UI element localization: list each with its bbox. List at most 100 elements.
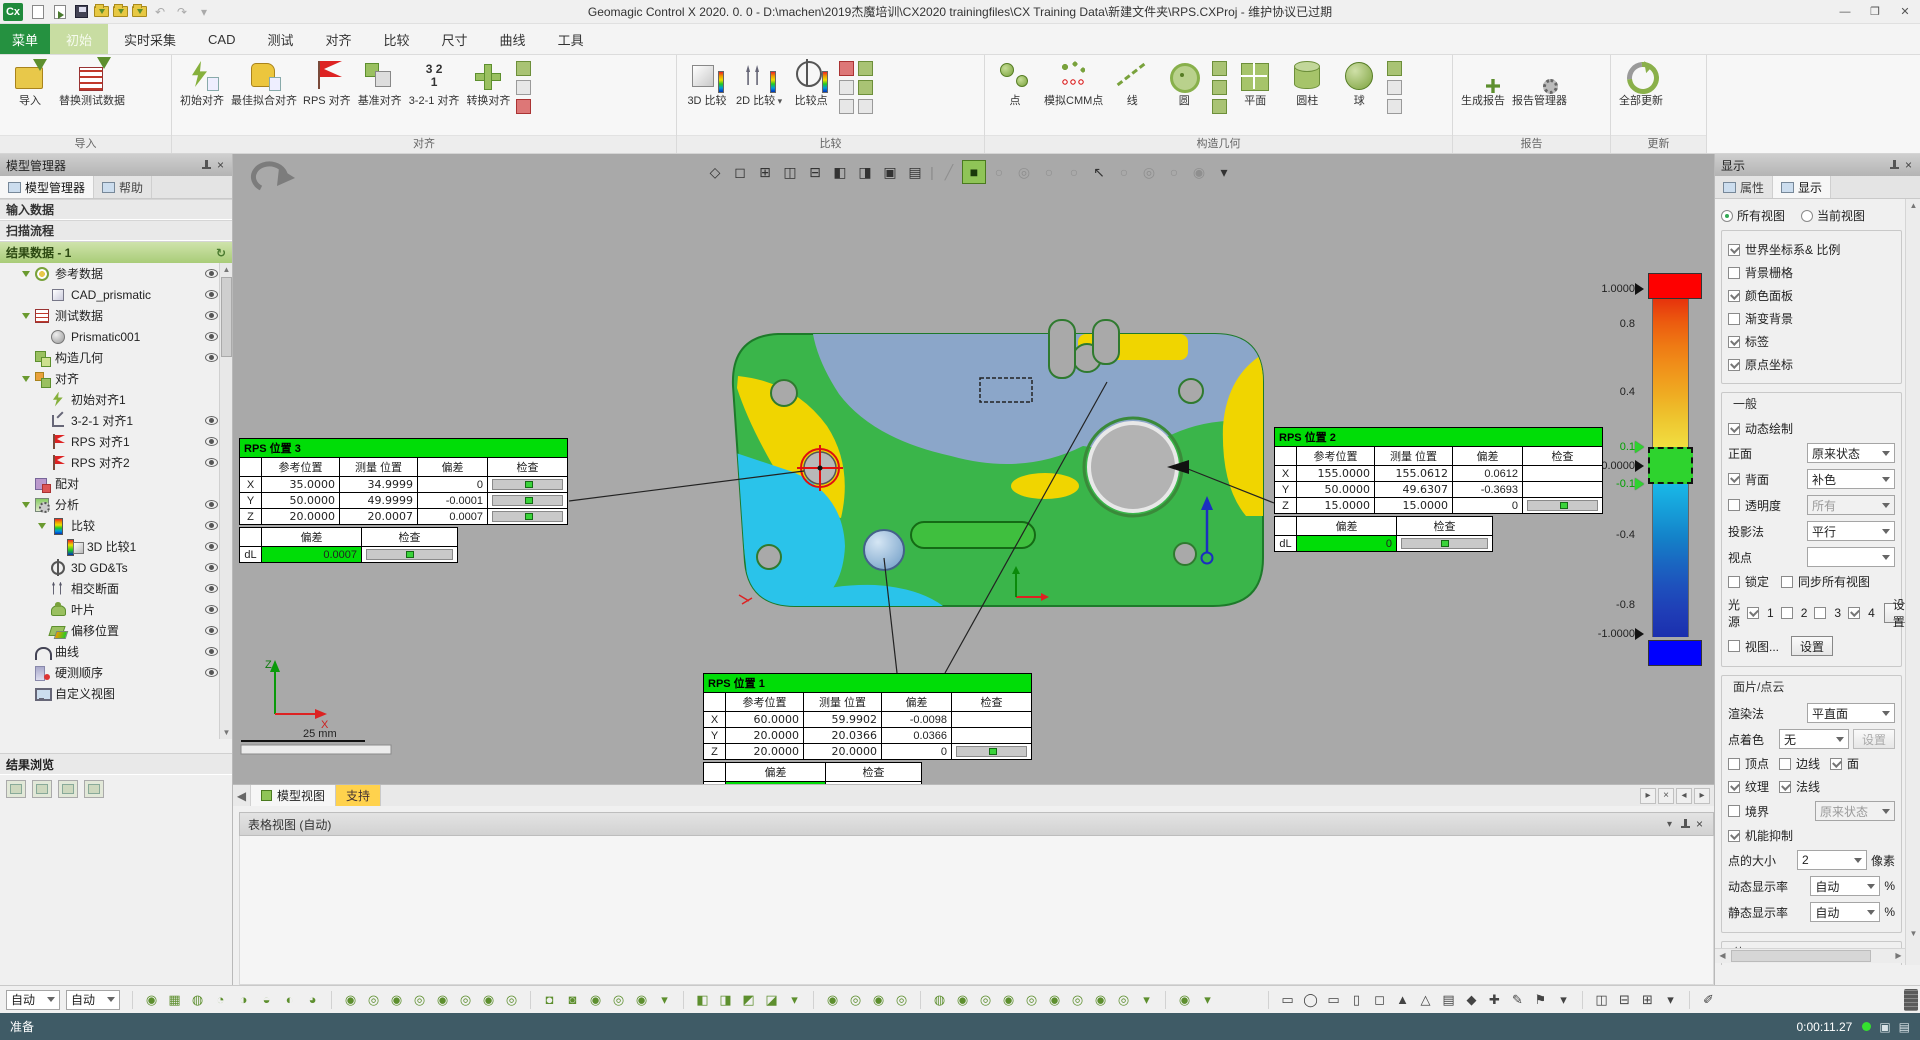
visibility-eye-icon[interactable] (205, 416, 218, 425)
probe-more-icon[interactable]: ▾ (1136, 989, 1157, 1010)
3D 比较-button[interactable]: 3D 比较 (684, 59, 730, 108)
tab-CAD[interactable]: CAD (192, 24, 251, 54)
display-opt-5-icon[interactable]: ◉ (631, 989, 652, 1010)
tree-item-相交断面[interactable]: 相交断面 (0, 578, 232, 599)
平面-button[interactable]: 平面 (1232, 59, 1278, 108)
rectangle-selection-icon[interactable]: ■ (962, 160, 986, 184)
view-bottom-icon[interactable]: ◒ (256, 989, 277, 1010)
shape-circle-icon[interactable]: ◯ (1300, 989, 1321, 1010)
colorbar-arrow[interactable] (1635, 441, 1650, 453)
auto-combo-1[interactable]: 自动 (6, 990, 60, 1010)
view-settings-button[interactable]: 设置 (1791, 636, 1833, 656)
shape-diamond-icon[interactable]: ◆ (1461, 989, 1482, 1010)
close-icon[interactable]: × (1696, 817, 1703, 831)
toolbar-more-icon[interactable]: ▾ (1212, 160, 1236, 184)
visibility-eye-icon[interactable] (205, 605, 218, 614)
silhouette-compare-icon[interactable] (839, 99, 854, 114)
clip-more-icon[interactable]: ▾ (784, 989, 805, 1010)
shape-square-icon[interactable]: ◻ (1369, 989, 1390, 1010)
top-slot-2[interactable] (1093, 320, 1119, 364)
导入-button[interactable]: 导入 (7, 59, 53, 108)
slot-shape-icon[interactable] (1212, 61, 1227, 76)
measure-3-icon[interactable]: ⊞ (1637, 989, 1658, 1010)
tree-item-3D 比较1[interactable]: 3D 比较1 (0, 536, 232, 557)
circle-mode-4-icon[interactable]: ○ (1062, 160, 1086, 184)
annotate-icon[interactable]: ✐ (1698, 989, 1719, 1010)
save-icon[interactable] (75, 5, 88, 18)
visibility-eye-icon[interactable] (205, 521, 218, 530)
标签-checkbox[interactable] (1728, 336, 1740, 348)
pin-align-icon[interactable] (516, 80, 531, 95)
clip-1-icon[interactable]: ◧ (692, 989, 713, 1010)
preview-pane-icon[interactable] (32, 780, 52, 798)
初始对齐-button[interactable]: 初始对齐 (179, 59, 225, 108)
clip-4-icon[interactable]: ◪ (761, 989, 782, 1010)
light-2-checkbox[interactable] (1781, 607, 1793, 619)
点-button[interactable]: 点 (992, 59, 1038, 108)
visibility-eye-icon[interactable] (205, 332, 218, 341)
redo-icon[interactable]: ↷ (173, 4, 191, 20)
sync-views-icon[interactable]: ▤ (903, 160, 927, 184)
measure-4-icon[interactable]: ▾ (1660, 989, 1681, 1010)
原点坐标-checkbox[interactable] (1728, 359, 1740, 371)
vertex-checkbox[interactable] (1728, 758, 1740, 770)
visibility-eye-icon[interactable] (205, 647, 218, 656)
tab-曲线[interactable]: 曲线 (484, 24, 542, 54)
tree-item-比较[interactable]: 比较 (0, 515, 232, 536)
shape-grid-icon[interactable]: ▤ (1438, 989, 1459, 1010)
front-select[interactable]: 原来状态 (1807, 443, 1895, 463)
visibility-eye-icon[interactable] (205, 584, 218, 593)
tree-item-分析[interactable]: 分析 (0, 494, 232, 515)
expander-icon[interactable] (38, 523, 46, 529)
misc-2-icon[interactable]: ▾ (1197, 989, 1218, 1010)
horizontal-scrollbar[interactable]: ◀ ▶ (1715, 948, 1906, 963)
expander-icon[interactable] (22, 271, 30, 277)
shape-tri-icon[interactable]: △ (1415, 989, 1436, 1010)
projection-select[interactable]: 平行 (1807, 521, 1895, 541)
全部更新-button[interactable]: 全部更新 (1618, 59, 1664, 108)
tab-scroll-left[interactable]: ◀ (233, 785, 251, 806)
shape-tri-filled-icon[interactable]: ▲ (1392, 989, 1413, 1010)
tab-close[interactable]: × (1658, 788, 1674, 804)
static-rate-select[interactable]: 自动 (1810, 902, 1880, 922)
polygon-shape-icon[interactable] (1212, 99, 1227, 114)
collapse-icon[interactable]: ▾ (1667, 819, 1672, 830)
axis-align-icon[interactable] (516, 61, 531, 76)
tree-item-对齐[interactable]: 对齐 (0, 368, 232, 389)
display-opt-6-icon[interactable]: ▾ (654, 989, 675, 1010)
sphere-feature[interactable] (864, 530, 904, 570)
view-front-icon[interactable]: ◉ (141, 989, 162, 1010)
box-compare-icon[interactable] (839, 80, 854, 95)
tree-item-CAD_prismatic[interactable]: CAD_prismatic (0, 284, 232, 305)
panel-tab-模型管理器[interactable]: 模型管理器 (0, 176, 94, 198)
quick-access-more-icon[interactable]: ▾ (195, 4, 213, 20)
panel-tab-显示[interactable]: 显示 (1773, 176, 1831, 198)
替换测试数据-button[interactable]: 替换测试数据 (59, 59, 125, 108)
import-folder-icon[interactable] (94, 6, 109, 17)
shape-pen-icon[interactable]: ✎ (1507, 989, 1528, 1010)
pane-left-icon[interactable]: ◧ (828, 160, 852, 184)
table-view-header[interactable]: 表格视图 (自动) ▾ × (239, 812, 1714, 836)
lights-settings-button[interactable]: 设置 (1884, 603, 1906, 623)
RPS 对齐-button[interactable]: RPS 对齐 (303, 59, 351, 108)
tab-next[interactable]: ▸ (1694, 788, 1710, 804)
probe-7-icon[interactable]: ◎ (1067, 989, 1088, 1010)
生成报告-button[interactable]: 生成报告 (1460, 59, 1506, 108)
visibility-eye-icon[interactable] (205, 542, 218, 551)
section-scan-process[interactable]: 扫描流程 (0, 220, 232, 241)
pin-icon[interactable] (1888, 159, 1900, 171)
shape-rect2-icon[interactable]: ▭ (1323, 989, 1344, 1010)
back-select[interactable]: 补色 (1807, 469, 1895, 489)
visibility-eye-icon[interactable] (205, 290, 218, 299)
view-left-icon[interactable]: ◍ (187, 989, 208, 1010)
tree-item-曲线[interactable]: 曲线 (0, 641, 232, 662)
light-3-checkbox[interactable] (1814, 607, 1826, 619)
hole-far-right[interactable] (1179, 379, 1203, 403)
圆-button[interactable]: 圆 (1161, 59, 1207, 108)
menu-button[interactable]: 菜单 (0, 24, 50, 54)
maximize-button[interactable]: ❐ (1860, 1, 1890, 23)
visibility-eye-icon[interactable] (205, 500, 218, 509)
shape-more-icon[interactable]: ▾ (1553, 989, 1574, 1010)
visibility-eye-icon[interactable] (205, 668, 218, 677)
panel-tab-属性[interactable]: 属性 (1715, 176, 1773, 198)
